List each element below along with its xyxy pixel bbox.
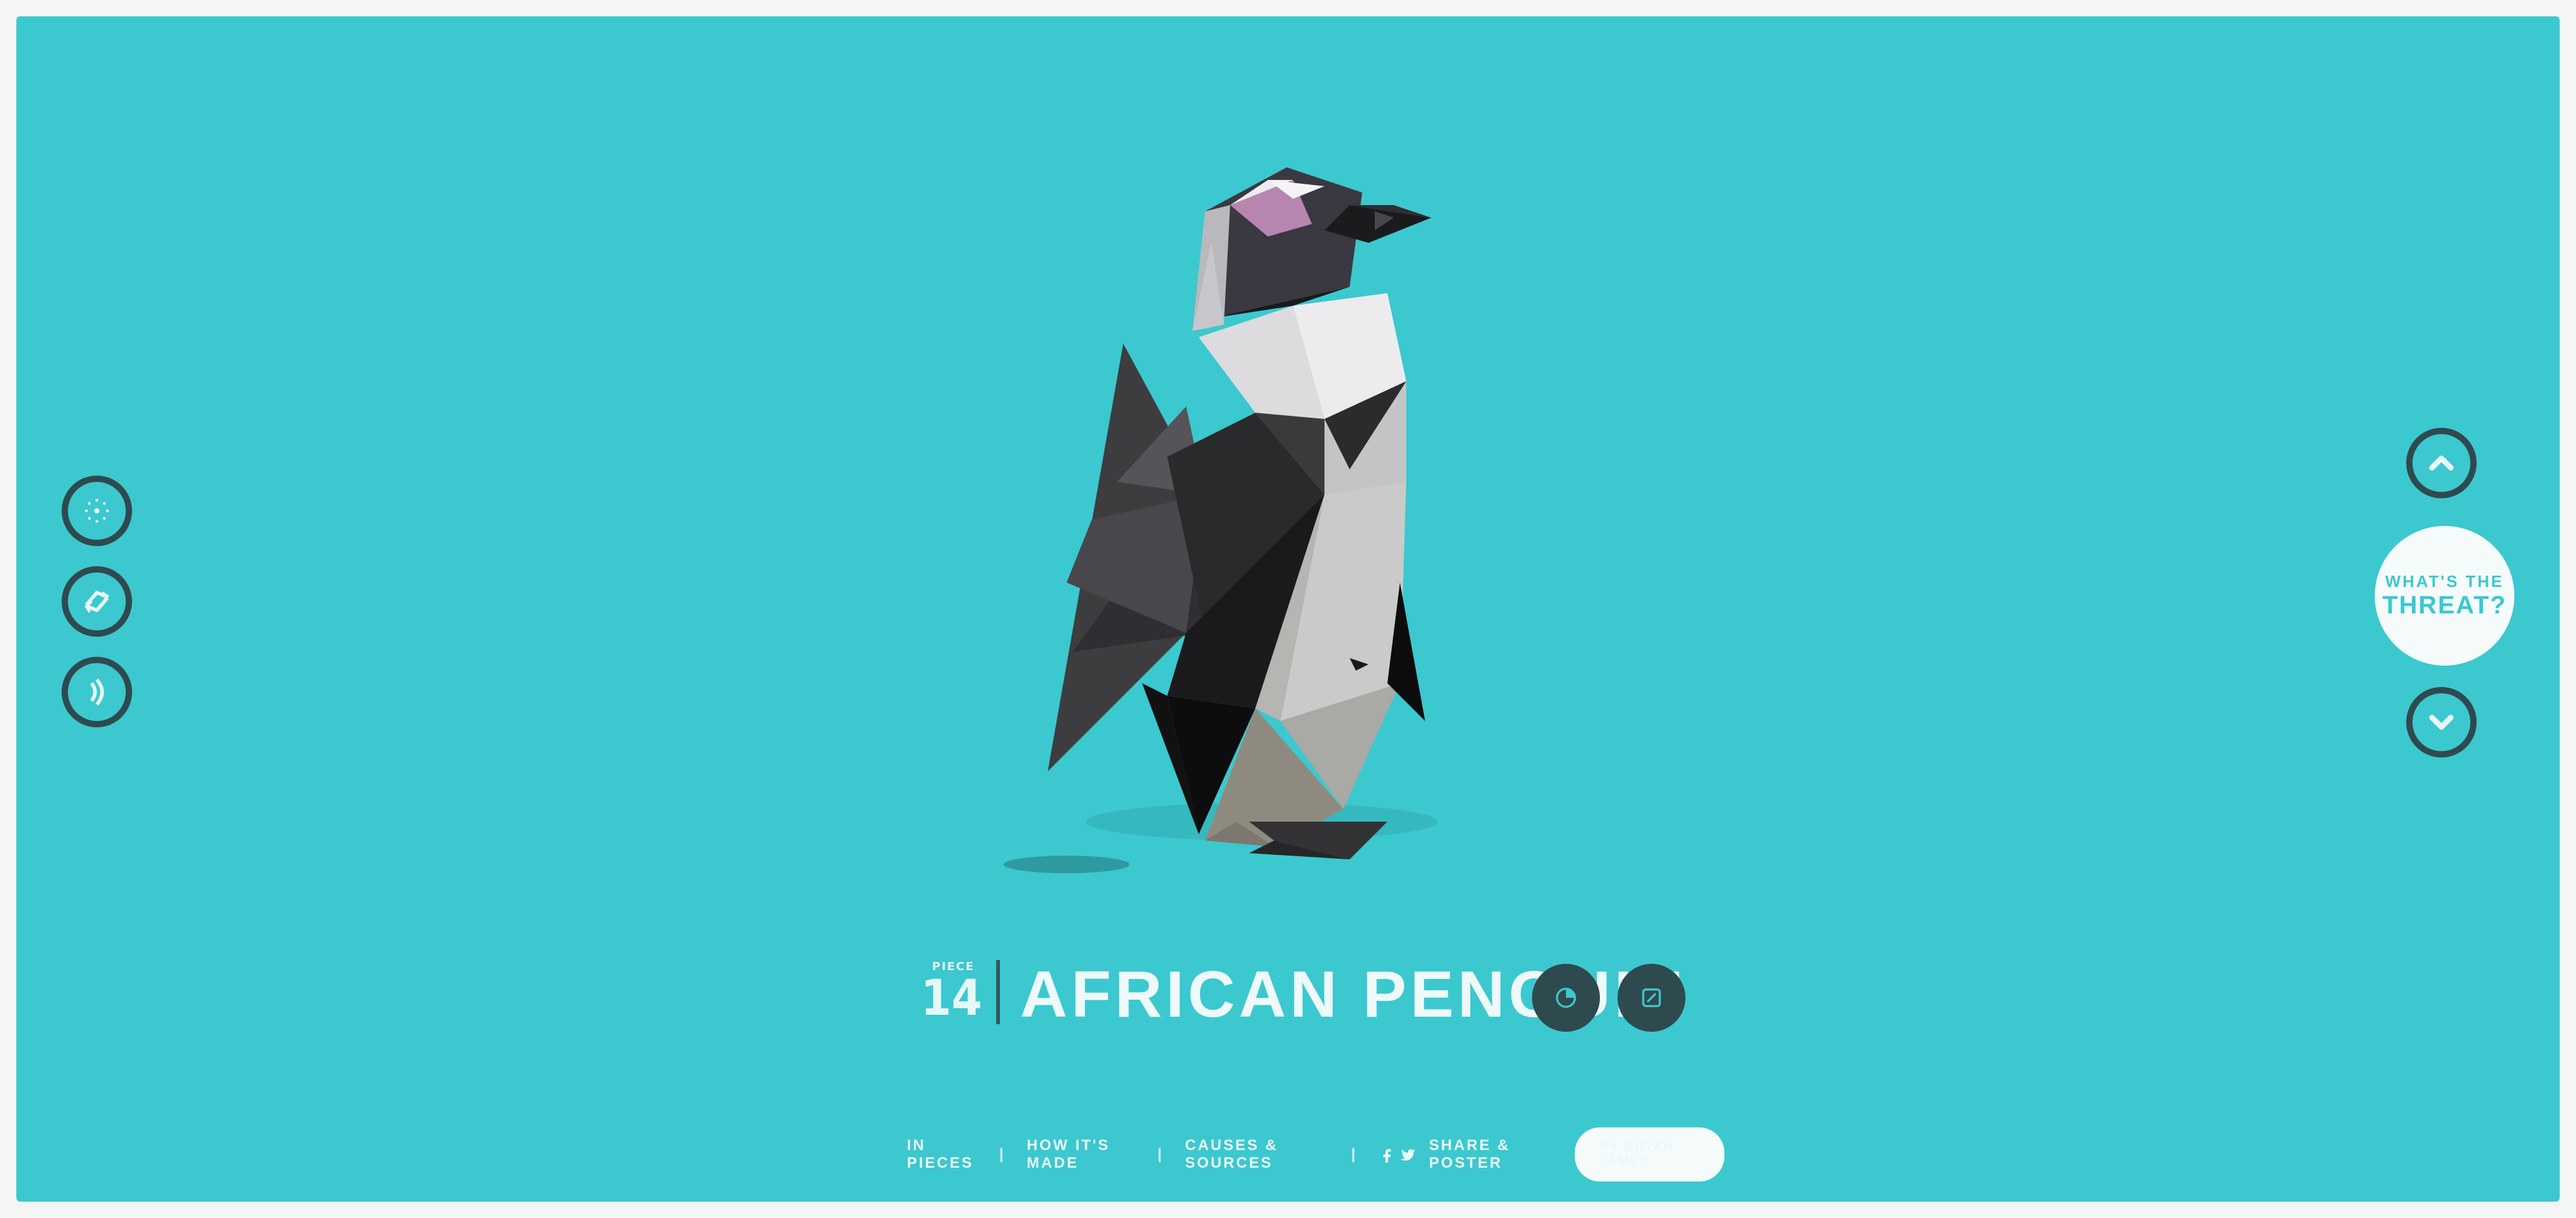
in-pieces-link[interactable]: IN PIECES [907, 1137, 978, 1172]
footer-nav: IN PIECES | HOW IT'S MADE | CAUSES & SOU… [907, 1127, 1724, 1182]
dots-icon [84, 498, 109, 523]
whats-the-threat-button[interactable]: WHAT'S THE THREAT? [2375, 526, 2514, 666]
share-poster-link[interactable]: SHARE & POSTER [1429, 1137, 1553, 1172]
how-made-link[interactable]: HOW IT'S MADE [1027, 1137, 1136, 1172]
title-divider [996, 960, 1000, 1024]
threat-label-line1: WHAT'S THE [2385, 572, 2504, 591]
piece-number: 14 [921, 970, 982, 1027]
sound-button[interactable] [62, 657, 132, 727]
byline-button[interactable]: BY BRYAN JAMES [1575, 1127, 1724, 1182]
twitter-icon[interactable] [1400, 1146, 1416, 1163]
dots-button[interactable] [62, 476, 132, 546]
chevron-up-icon [2429, 455, 2454, 471]
causes-sources-link[interactable]: CAUSES & SOURCES [1185, 1137, 1330, 1172]
shuffle-button[interactable] [62, 566, 132, 637]
shuffle-icon [84, 591, 109, 613]
social-links [1379, 1146, 1416, 1163]
title-row: PIECE 14 AFRICAN PENGUIN [903, 935, 1721, 1048]
footer-separator: | [999, 1146, 1006, 1163]
stats-button[interactable] [1532, 964, 1600, 1032]
penguin-illustration [1004, 167, 1438, 873]
main-stage: PIECE 14 AFRICAN PENGUIN WHAT'S THE THRE… [16, 16, 2560, 1202]
sound-icon [90, 678, 104, 706]
facebook-icon[interactable] [1379, 1146, 1395, 1163]
fullscreen-button[interactable] [1618, 964, 1685, 1032]
threat-label-line2: THREAT? [2382, 591, 2507, 619]
pie-chart-icon [1556, 988, 1576, 1008]
expand-icon [1642, 988, 1661, 1007]
next-button[interactable] [2406, 687, 2477, 757]
footer-separator: | [1157, 1146, 1164, 1163]
previous-button[interactable] [2406, 428, 2477, 498]
footer-separator: | [1351, 1146, 1358, 1163]
chevron-down-icon [2429, 715, 2454, 730]
